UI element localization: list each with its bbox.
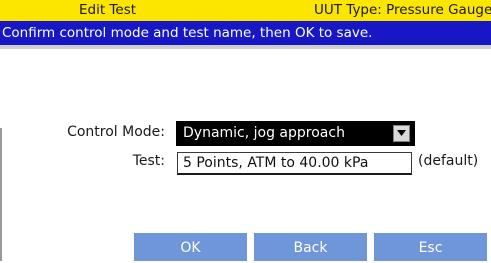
header-divider [0,45,491,49]
ok-button[interactable]: OK [134,233,247,261]
control-mode-label: Control Mode: [67,124,165,140]
left-edge-rule [0,128,2,261]
control-mode-value: Dynamic, jog approach [183,125,345,141]
esc-button[interactable]: Esc [374,233,487,261]
title-bar: Edit Test UUT Type: Pressure Gauge [0,0,491,21]
default-note: (default) [418,153,479,169]
screen-title: Edit Test [79,2,137,18]
back-button[interactable]: Back [254,233,367,261]
instruction-bar: Confirm control mode and test name, then… [0,21,491,45]
test-name-field[interactable]: 5 Points, ATM to 40.00 kPa [177,152,412,175]
test-name-value: 5 Points, ATM to 40.00 kPa [183,155,369,171]
test-label: Test: [132,153,165,169]
uut-type-label: UUT Type: Pressure Gauge [314,2,491,18]
chevron-down-icon[interactable] [393,125,410,142]
control-mode-select[interactable]: Dynamic, jog approach [176,121,415,146]
